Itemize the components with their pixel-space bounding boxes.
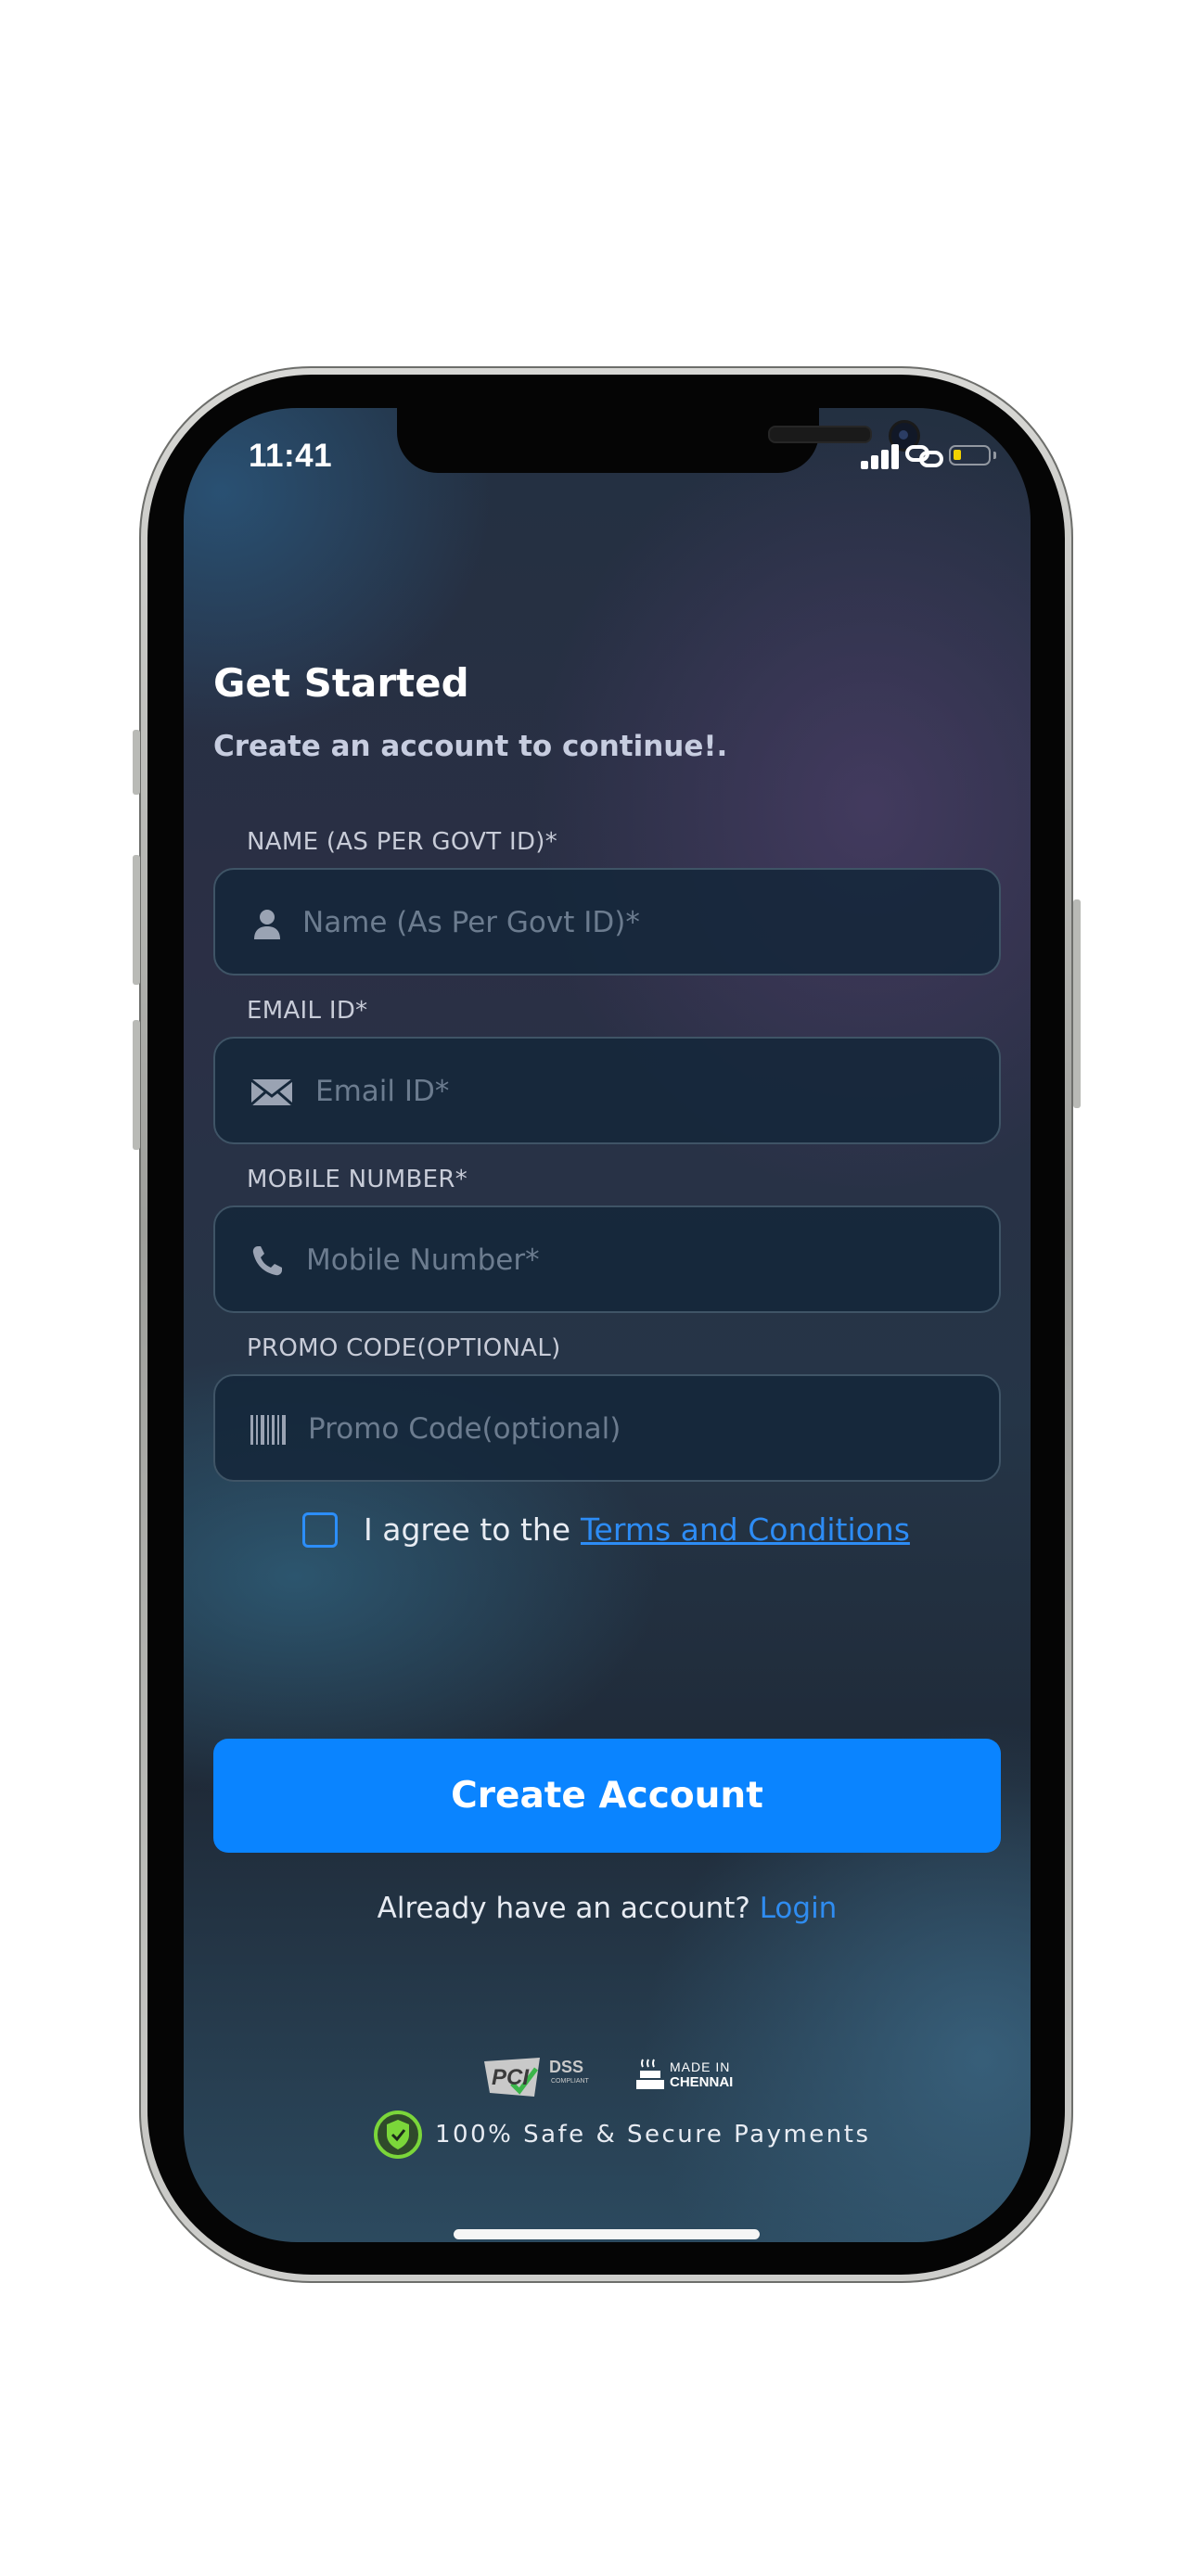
secure-payments-row: 100% Safe & Secure Payments	[374, 2107, 868, 2162]
battery-icon	[949, 445, 991, 465]
promo-field-label: PROMO CODE(OPTIONAL)	[247, 1334, 561, 1362]
mobile-field[interactable]	[213, 1205, 1001, 1313]
compliant-text: COMPLIANT	[551, 2078, 589, 2085]
secure-payments-text: 100% Safe & Secure Payments	[435, 2121, 871, 2149]
person-icon	[254, 910, 280, 939]
pci-text: PCI	[492, 2065, 530, 2090]
login-link[interactable]: Login	[760, 1892, 838, 1925]
made-in-text: MADE IN	[670, 2060, 731, 2074]
pci-dss-badge: PCI DSS COMPLIANT	[480, 2054, 610, 2100]
status-time: 11:41	[249, 438, 333, 474]
terms-agreement-row: I agree to the Terms and Conditions	[302, 1510, 952, 1552]
home-indicator[interactable]	[454, 2229, 760, 2239]
login-prompt-text: Already have an account?	[377, 1892, 750, 1925]
name-field-label: NAME (AS PER GOVT ID)*	[247, 828, 558, 856]
email-field-label: EMAIL ID*	[247, 997, 368, 1025]
email-input[interactable]	[314, 1039, 967, 1144]
notch	[397, 408, 920, 473]
mobile-input[interactable]	[304, 1207, 967, 1313]
email-field[interactable]	[213, 1037, 1001, 1144]
agree-text: I agree to the	[364, 1511, 571, 1548]
app-screen: 11:41 Get Started Create an account to c…	[184, 408, 1031, 2242]
hotspot-link-icon	[905, 445, 943, 467]
battery-tip	[993, 452, 996, 459]
promo-field[interactable]	[213, 1374, 1001, 1482]
status-icons	[861, 441, 1000, 473]
envelope-icon	[250, 1078, 293, 1106]
terms-checkbox[interactable]	[302, 1512, 338, 1548]
dss-text: DSS	[549, 2058, 584, 2076]
phone-icon	[252, 1246, 282, 1276]
chennai-text: CHENNAI	[670, 2074, 734, 2090]
terms-link[interactable]: Terms and Conditions	[581, 1511, 910, 1548]
trust-badges: PCI DSS COMPLIANT MADE IN CHENNAI	[480, 2054, 759, 2110]
volume-down-button	[133, 1020, 140, 1150]
silent-switch	[133, 730, 140, 795]
signal-icon	[861, 441, 900, 469]
factory-icon	[636, 2059, 664, 2089]
volume-up-button	[133, 855, 140, 985]
create-account-button[interactable]: Create Account	[213, 1739, 1001, 1853]
barcode-icon	[250, 1415, 286, 1445]
page-subtitle: Create an account to continue!.	[213, 730, 728, 763]
name-field[interactable]	[213, 868, 1001, 976]
page-title: Get Started	[213, 660, 469, 706]
name-input[interactable]	[301, 870, 972, 976]
speaker-grille	[768, 426, 872, 443]
promo-input[interactable]	[306, 1376, 968, 1482]
login-row: Already have an account? Login	[184, 1892, 1031, 1925]
made-in-chennai-badge: MADE IN CHENNAI	[636, 2056, 757, 2098]
mobile-field-label: MOBILE NUMBER*	[247, 1166, 468, 1193]
shield-check-icon	[374, 2111, 422, 2159]
power-button	[1073, 899, 1081, 1108]
